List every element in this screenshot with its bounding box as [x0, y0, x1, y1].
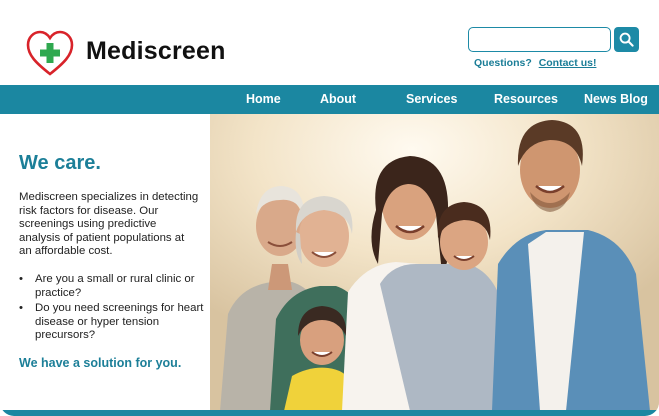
hero-image: [210, 114, 659, 411]
footer-bar: [0, 410, 659, 416]
brand-name: Mediscreen: [86, 37, 226, 65]
intro-panel: We care. Mediscreen specializes in detec…: [0, 114, 210, 411]
search-input[interactable]: [468, 27, 611, 52]
main-nav: Home About Services Resources News Blog: [0, 85, 659, 114]
question-list: Are you a small or rural clinic or pract…: [19, 273, 204, 345]
page-headline: We care.: [19, 152, 101, 174]
logo[interactable]: Mediscreen: [26, 30, 225, 78]
contact-prompt: Questions? Contact us!: [474, 57, 596, 69]
nav-news-blog[interactable]: News Blog: [584, 85, 648, 114]
family-photo: [210, 114, 659, 411]
intro-paragraph: Mediscreen specializes in detecting risk…: [19, 191, 199, 258]
page-frame: Mediscreen Questions? Contact us! Home A…: [0, 0, 659, 416]
search-icon: [619, 32, 634, 47]
nav-services[interactable]: Services: [406, 85, 457, 114]
questions-label: Questions?: [474, 57, 532, 69]
tagline: We have a solution for you.: [19, 356, 182, 370]
search-bar: [468, 27, 639, 52]
heart-cross-icon: [26, 30, 74, 76]
list-item: Do you need screenings for heart disease…: [19, 302, 204, 343]
contact-us-link[interactable]: Contact us!: [539, 57, 597, 69]
nav-home[interactable]: Home: [246, 85, 281, 114]
nav-about[interactable]: About: [320, 85, 356, 114]
search-button[interactable]: [614, 27, 639, 52]
list-item: Are you a small or rural clinic or pract…: [19, 273, 204, 300]
nav-resources[interactable]: Resources: [494, 85, 558, 114]
